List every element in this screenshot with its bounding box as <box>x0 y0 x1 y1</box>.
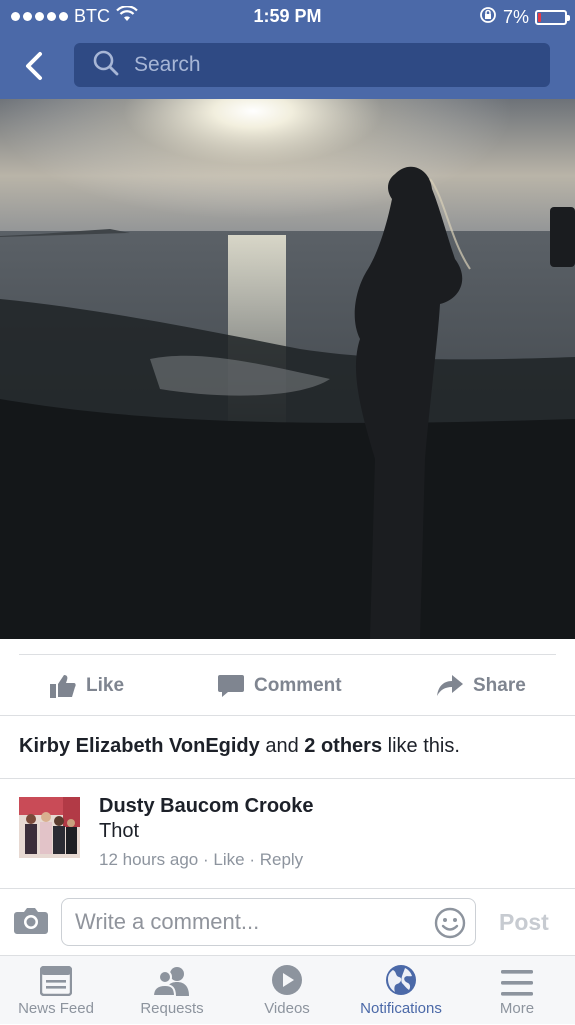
rotation-lock-icon <box>479 6 497 29</box>
camera-icon <box>14 908 48 934</box>
divider <box>0 715 575 716</box>
tab-news-feed[interactable]: News Feed <box>6 956 106 1025</box>
post-button[interactable]: Post <box>499 909 549 936</box>
search-placeholder: Search <box>134 53 201 76</box>
share-button[interactable]: Share <box>437 656 526 716</box>
comment-input[interactable]: Write a comment... <box>61 898 476 946</box>
comment-composer: Write a comment... Post <box>0 889 575 955</box>
news-feed-icon <box>40 966 72 996</box>
tab-notifications[interactable]: Notifications <box>346 956 456 1025</box>
liker-name[interactable]: Kirby Elizabeth VonEgidy <box>19 735 260 757</box>
comment-bubble-icon <box>218 675 244 697</box>
likes-connector: and <box>265 735 299 757</box>
meta-separator: · <box>249 850 255 869</box>
tab-requests[interactable]: Requests <box>122 956 222 1025</box>
post-actions: Like Comment Share <box>0 656 575 716</box>
chevron-left-icon <box>26 52 42 80</box>
emoji-button[interactable] <box>434 907 466 945</box>
battery-percent: 7% <box>502 7 529 27</box>
tab-videos[interactable]: Videos <box>237 956 337 1025</box>
comment-label: Comment <box>254 675 342 696</box>
divider <box>0 778 575 779</box>
share-label: Share <box>473 675 526 696</box>
menu-icon <box>501 970 533 996</box>
comment-item: Dusty Baucom Crooke Thot 12 hours ago · … <box>0 780 575 888</box>
tab-label: Notifications <box>360 1000 442 1017</box>
battery-group: 7% <box>479 6 570 29</box>
comment-meta: 12 hours ago · Like · Reply <box>99 850 303 870</box>
status-bar: BTC 1:59 PM 7% <box>0 0 575 34</box>
thumbs-up-icon <box>50 675 76 698</box>
globe-icon <box>386 965 416 995</box>
smiley-icon <box>434 907 466 939</box>
share-arrow-icon <box>437 675 463 696</box>
photo-image <box>0 99 575 639</box>
tab-label: Videos <box>264 1000 310 1017</box>
tab-label: More <box>499 1000 535 1017</box>
friends-icon <box>153 967 189 996</box>
avatar[interactable] <box>19 797 80 858</box>
like-label: Like <box>86 675 125 696</box>
search-input[interactable]: Search <box>74 43 550 87</box>
comment-button[interactable]: Comment <box>218 656 342 716</box>
comment-reply-link[interactable]: Reply <box>260 850 303 869</box>
comment-time: 12 hours ago <box>99 850 199 869</box>
post-photo[interactable] <box>0 99 575 639</box>
likes-suffix: like this. <box>387 735 460 757</box>
top-bar: BTC 1:59 PM 7% Search <box>0 0 575 99</box>
battery-icon <box>535 10 570 25</box>
meta-separator: · <box>202 850 209 869</box>
tab-more[interactable]: More <box>467 956 567 1025</box>
likes-others[interactable]: 2 others <box>304 735 382 757</box>
back-button[interactable] <box>17 46 51 86</box>
comment-placeholder: Write a comment... <box>75 909 260 934</box>
tab-label: Requests <box>140 1000 204 1017</box>
search-icon <box>92 49 120 82</box>
camera-button[interactable] <box>14 906 48 939</box>
play-video-icon <box>272 965 302 995</box>
comment-like-link[interactable]: Like <box>213 850 244 869</box>
comment-text: Thot <box>99 820 140 842</box>
like-button[interactable]: Like <box>50 656 124 716</box>
divider <box>19 654 556 655</box>
comment-author[interactable]: Dusty Baucom Crooke <box>99 795 314 818</box>
tab-bar: News Feed Requests Videos Notifications … <box>0 955 575 1024</box>
tab-label: News Feed <box>18 1000 94 1017</box>
likes-summary[interactable]: Kirby Elizabeth VonEgidy and 2 others li… <box>19 735 460 758</box>
